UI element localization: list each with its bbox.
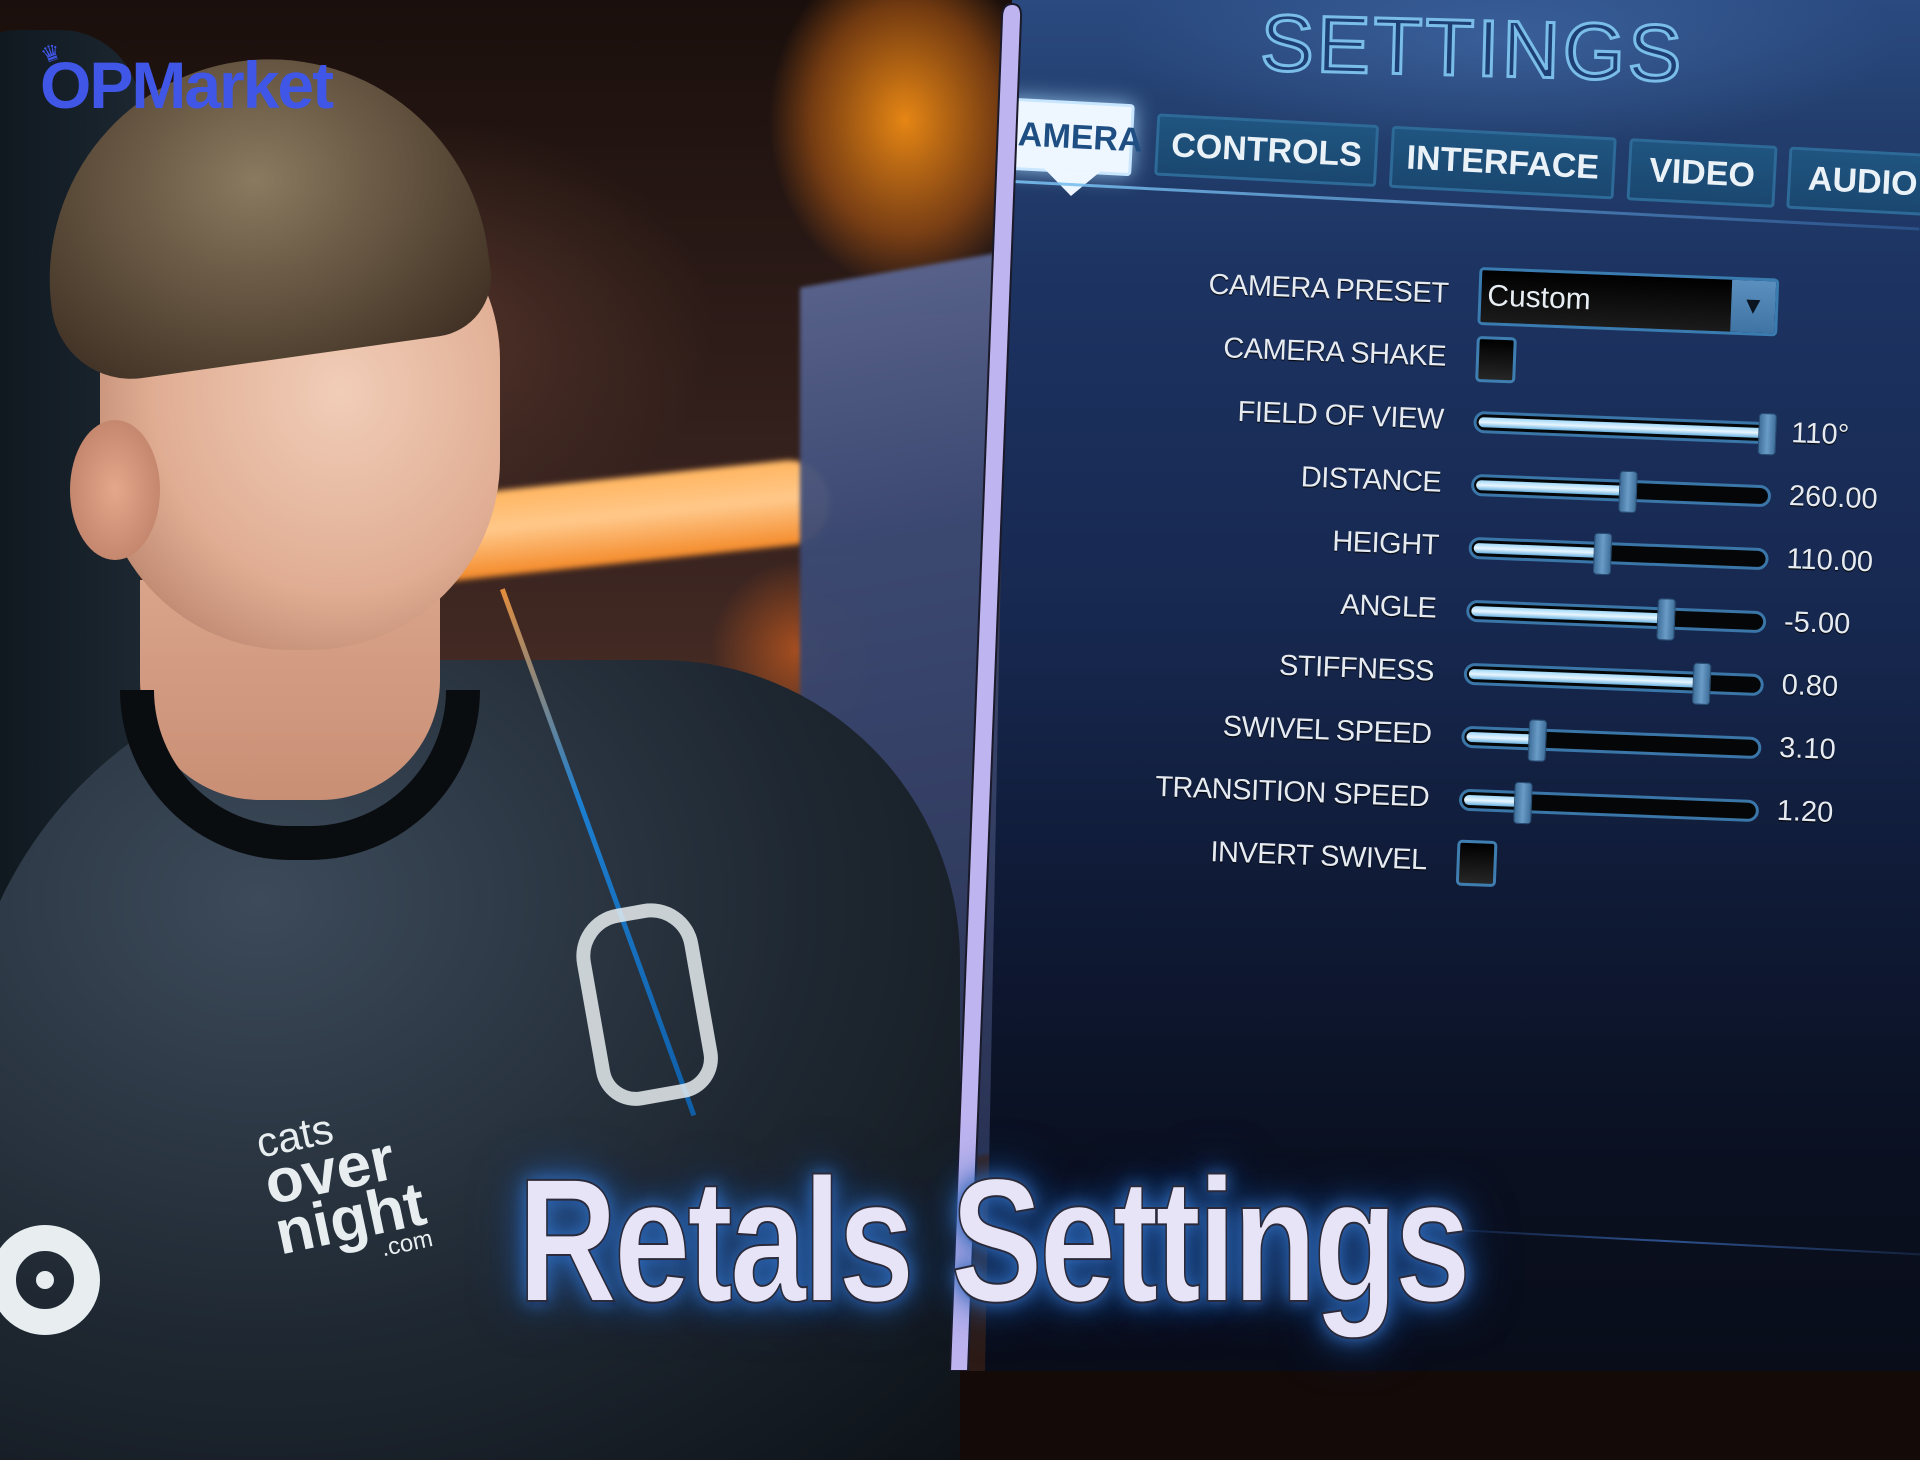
camera-preset-dropdown[interactable]: Custom ▼ xyxy=(1477,266,1780,336)
tab-label: INTERFACE xyxy=(1405,138,1601,187)
tab-interface[interactable]: INTERFACE xyxy=(1388,125,1617,200)
tab-label: AUDIO xyxy=(1807,159,1919,203)
tab-label: CAMERA xyxy=(992,113,1144,160)
setting-label: HEIGHT xyxy=(1331,525,1440,562)
opmarket-logo: ♛ OPMarket xyxy=(37,38,334,122)
setting-label: SWIVEL SPEED xyxy=(1222,710,1433,751)
slider-fill xyxy=(1473,542,1602,558)
setting-value: 1.20 xyxy=(1776,794,1834,829)
jersey-sponsor-logo: cats over night .com xyxy=(252,1096,435,1280)
setting-value: 110.00 xyxy=(1785,543,1874,579)
slider-fill xyxy=(1475,479,1628,496)
headline-title: Retals Settings xyxy=(517,1142,1471,1340)
setting-label: ANGLE xyxy=(1340,588,1437,625)
tab-label: VIDEO xyxy=(1648,150,1756,195)
transition-speed-slider[interactable] xyxy=(1458,781,1760,824)
setting-value: -5.00 xyxy=(1783,605,1851,641)
logo-text: OPMarket xyxy=(40,48,334,122)
slider-thumb[interactable] xyxy=(1656,597,1677,641)
tab-controls[interactable]: CONTROLS xyxy=(1154,113,1380,188)
slider-fill xyxy=(1466,731,1537,745)
slider-fill xyxy=(1471,605,1666,623)
camera-shake-checkbox[interactable] xyxy=(1475,335,1517,383)
setting-label: DISTANCE xyxy=(1300,461,1442,499)
slider-thumb[interactable] xyxy=(1618,470,1638,513)
setting-value: 3.10 xyxy=(1778,731,1837,767)
tab-video[interactable]: VIDEO xyxy=(1626,138,1778,208)
camera-settings-list: CAMERA PRESET Custom ▼ CAMERA SHAKE FIEL… xyxy=(985,245,1919,910)
slider-fill xyxy=(1478,416,1767,438)
slider-thumb[interactable] xyxy=(1757,412,1778,456)
player-ear xyxy=(70,420,160,560)
setting-label: INVERT SWIVEL xyxy=(1209,836,1428,877)
setting-label: CAMERA PRESET xyxy=(1207,268,1450,310)
angle-slider[interactable] xyxy=(1465,597,1767,641)
setting-label: TRANSITION SPEED xyxy=(1154,770,1430,814)
slider-thumb[interactable] xyxy=(1691,662,1712,705)
stiffness-slider[interactable] xyxy=(1463,662,1765,705)
chevron-down-icon[interactable]: ▼ xyxy=(1730,279,1777,333)
slider-fill xyxy=(1468,668,1701,688)
slider-thumb[interactable] xyxy=(1527,718,1547,762)
setting-value: 260.00 xyxy=(1788,480,1879,516)
height-slider[interactable] xyxy=(1468,532,1769,575)
dropdown-value: Custom xyxy=(1480,269,1733,332)
invert-swivel-checkbox[interactable] xyxy=(1455,839,1498,887)
tab-camera[interactable]: CAMERA xyxy=(993,97,1144,198)
crown-icon: ♛ xyxy=(37,38,65,69)
tab-audio[interactable]: AUDIO xyxy=(1786,146,1920,217)
setting-label: CAMERA SHAKE xyxy=(1222,332,1447,373)
swivel-speed-slider[interactable] xyxy=(1461,718,1762,762)
setting-value: 110° xyxy=(1790,417,1850,452)
setting-label: STIFFNESS xyxy=(1278,649,1435,688)
tab-label: CONTROLS xyxy=(1170,125,1363,174)
setting-label: FIELD OF VIEW xyxy=(1236,395,1445,436)
distance-slider[interactable] xyxy=(1470,470,1772,513)
slider-thumb[interactable] xyxy=(1513,781,1533,824)
slider-thumb[interactable] xyxy=(1592,532,1613,575)
setting-value: 0.80 xyxy=(1781,668,1839,704)
field-of-view-slider[interactable] xyxy=(1473,410,1778,456)
